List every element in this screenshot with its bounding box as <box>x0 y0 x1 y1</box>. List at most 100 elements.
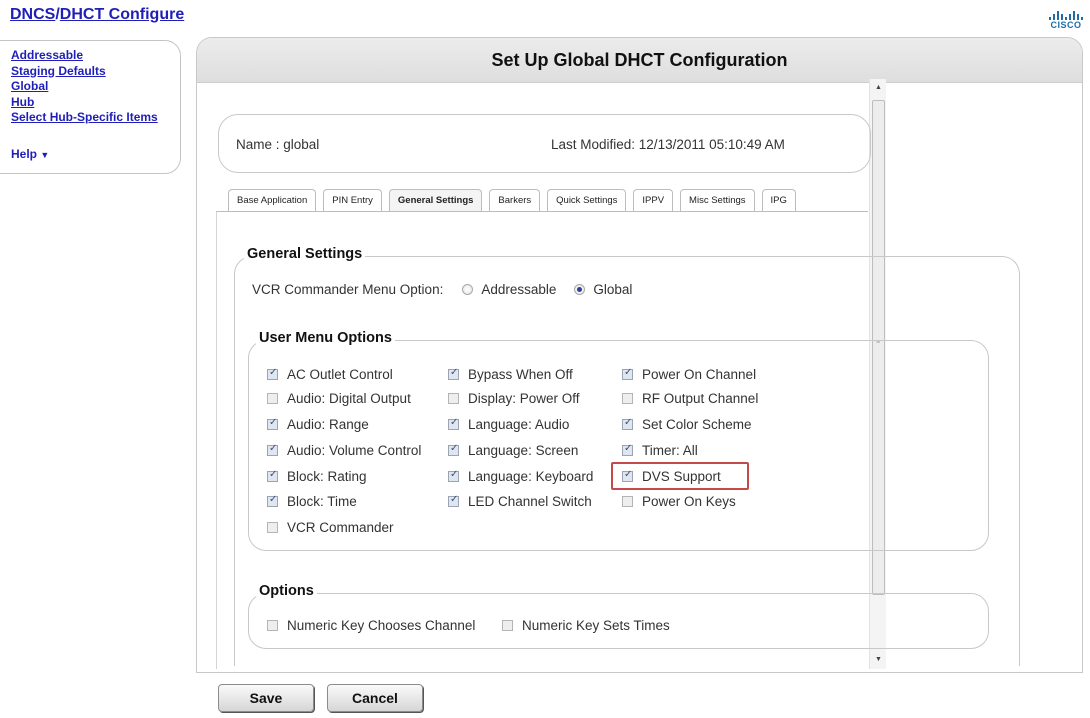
option-label: RF Output Channel <box>642 390 759 406</box>
config-name-box: Name : global Last Modified: 12/13/2011 … <box>218 114 871 173</box>
option-label: Numeric Key Sets Times <box>522 617 670 633</box>
checkbox[interactable] <box>622 469 633 482</box>
option-label: Block: Time <box>287 493 357 509</box>
checkbox[interactable] <box>448 443 459 456</box>
option-language-keyboard[interactable]: Language: Keyboard <box>448 467 593 485</box>
checkbox[interactable] <box>502 619 513 631</box>
cancel-button[interactable]: Cancel <box>327 684 423 712</box>
option-label: Display: Power Off <box>468 390 580 406</box>
option-label: AC Outlet Control <box>287 366 393 382</box>
tab-general-settings[interactable]: General Settings <box>388 189 483 211</box>
dhct-configure-link[interactable]: DHCT Configure <box>60 6 184 23</box>
page-title: Set Up Global DHCT Configuration <box>197 38 1082 83</box>
option-ac-outlet-control[interactable]: AC Outlet Control <box>267 365 393 383</box>
option-block-time[interactable]: Block: Time <box>267 492 357 510</box>
checkbox[interactable] <box>267 392 278 404</box>
radio-global[interactable] <box>574 283 586 295</box>
option-label: Language: Keyboard <box>468 468 594 484</box>
option-timer-all[interactable]: Timer: All <box>622 441 698 459</box>
option-label: Audio: Range <box>287 416 369 432</box>
cisco-logo: CISCO <box>1049 11 1083 33</box>
checkbox[interactable] <box>622 392 633 404</box>
nav-help-menu[interactable]: Help ▼ <box>11 147 49 161</box>
option-vcr-commander[interactable]: VCR Commander <box>267 518 394 536</box>
scroll-up-icon[interactable]: ▲ <box>870 81 887 95</box>
nav-item-addressable[interactable]: Addressable <box>11 48 158 64</box>
save-button[interactable]: Save <box>218 684 314 712</box>
option-label: Block: Rating <box>287 468 367 484</box>
option-set-color-scheme[interactable]: Set Color Scheme <box>622 415 752 433</box>
dncs-link[interactable]: DNCS <box>10 6 55 23</box>
option-power-on-keys[interactable]: Power On Keys <box>622 492 736 510</box>
checkbox[interactable] <box>448 367 459 380</box>
cisco-logo-word: CISCO <box>1050 20 1082 30</box>
tab-base-application[interactable]: Base Application <box>228 189 317 211</box>
nav-item-staging-defaults[interactable]: Staging Defaults <box>11 64 158 80</box>
options-legend: Options <box>256 583 317 599</box>
option-numeric-key-sets-times[interactable]: Numeric Key Sets Times <box>502 616 670 634</box>
option-audio-volume-control[interactable]: Audio: Volume Control <box>267 441 421 459</box>
option-label: Language: Audio <box>468 416 570 432</box>
checkbox[interactable] <box>622 495 633 507</box>
option-label: Power On Keys <box>642 493 736 509</box>
option-label: Timer: All <box>642 442 698 458</box>
cisco-logo-bars <box>1049 11 1083 20</box>
checkbox[interactable] <box>267 417 278 430</box>
nav-item-global[interactable]: Global <box>11 79 158 95</box>
option-audio-range[interactable]: Audio: Range <box>267 415 369 433</box>
checkbox[interactable] <box>267 367 278 380</box>
option-label: DVS Support <box>642 468 721 484</box>
left-nav: Addressable Staging Defaults Global Hub … <box>0 40 181 174</box>
radio-addressable[interactable] <box>462 283 474 295</box>
checkbox[interactable] <box>267 494 278 507</box>
option-led-channel-switch[interactable]: LED Channel Switch <box>448 492 592 510</box>
checkbox[interactable] <box>448 417 459 430</box>
user-menu-legend: User Menu Options <box>256 330 395 346</box>
config-name: Name : global <box>236 137 320 152</box>
option-rf-output-channel[interactable]: RF Output Channel <box>622 389 758 407</box>
option-dvs-support[interactable]: DVS Support <box>622 467 721 485</box>
checkbox[interactable] <box>622 367 633 380</box>
option-block-rating[interactable]: Block: Rating <box>267 467 367 485</box>
checkbox[interactable] <box>622 417 633 430</box>
nav-item-hub[interactable]: Hub <box>11 95 158 111</box>
radio-addressable-label: Addressable <box>481 281 557 297</box>
checkbox[interactable] <box>267 443 278 456</box>
checkbox[interactable] <box>448 494 459 507</box>
option-language-audio[interactable]: Language: Audio <box>448 415 569 433</box>
tab-misc-settings[interactable]: Misc Settings <box>680 189 755 211</box>
tab-ippv[interactable]: IPPV <box>633 189 674 211</box>
option-label: Audio: Volume Control <box>287 442 422 458</box>
checkbox[interactable] <box>267 521 278 533</box>
tab-pin-entry[interactable]: PIN Entry <box>323 189 382 211</box>
option-bypass-when-off[interactable]: Bypass When Off <box>448 365 573 383</box>
checkbox[interactable] <box>622 443 633 456</box>
tab-bar: Base Application PIN Entry General Setti… <box>228 189 796 211</box>
option-label: Audio: Digital Output <box>287 390 411 406</box>
app-title: DNCS/DHCT Configure <box>10 6 184 24</box>
option-display-power-off[interactable]: Display: Power Off <box>448 389 580 407</box>
option-language-screen[interactable]: Language: Screen <box>448 441 578 459</box>
last-modified: Last Modified: 12/13/2011 05:10:49 AM <box>551 137 785 152</box>
option-label: LED Channel Switch <box>468 493 592 509</box>
option-label: Set Color Scheme <box>642 416 752 432</box>
radio-global-label: Global <box>593 281 633 297</box>
tab-barkers[interactable]: Barkers <box>489 189 541 211</box>
checkbox[interactable] <box>448 392 459 404</box>
checkbox[interactable] <box>267 469 278 482</box>
option-numeric-key-chooses-channel[interactable]: Numeric Key Chooses Channel <box>267 616 475 634</box>
option-label: Language: Screen <box>468 442 579 458</box>
checkbox[interactable] <box>448 469 459 482</box>
tab-ipg[interactable]: IPG <box>761 189 796 211</box>
option-label: Power On Channel <box>642 366 757 382</box>
checkbox[interactable] <box>267 619 278 631</box>
nav-help-label: Help <box>11 147 38 161</box>
tab-quick-settings[interactable]: Quick Settings <box>547 189 627 211</box>
chevron-down-icon: ▼ <box>40 150 50 160</box>
option-audio-digital-output[interactable]: Audio: Digital Output <box>267 389 411 407</box>
vcr-commander-label: VCR Commander Menu Option: <box>252 281 444 297</box>
nav-item-select-hub-specific-items[interactable]: Select Hub-Specific Items <box>11 110 158 126</box>
option-label: VCR Commander <box>287 519 394 535</box>
option-power-on-channel[interactable]: Power On Channel <box>622 365 756 383</box>
general-settings-legend: General Settings <box>244 246 366 262</box>
